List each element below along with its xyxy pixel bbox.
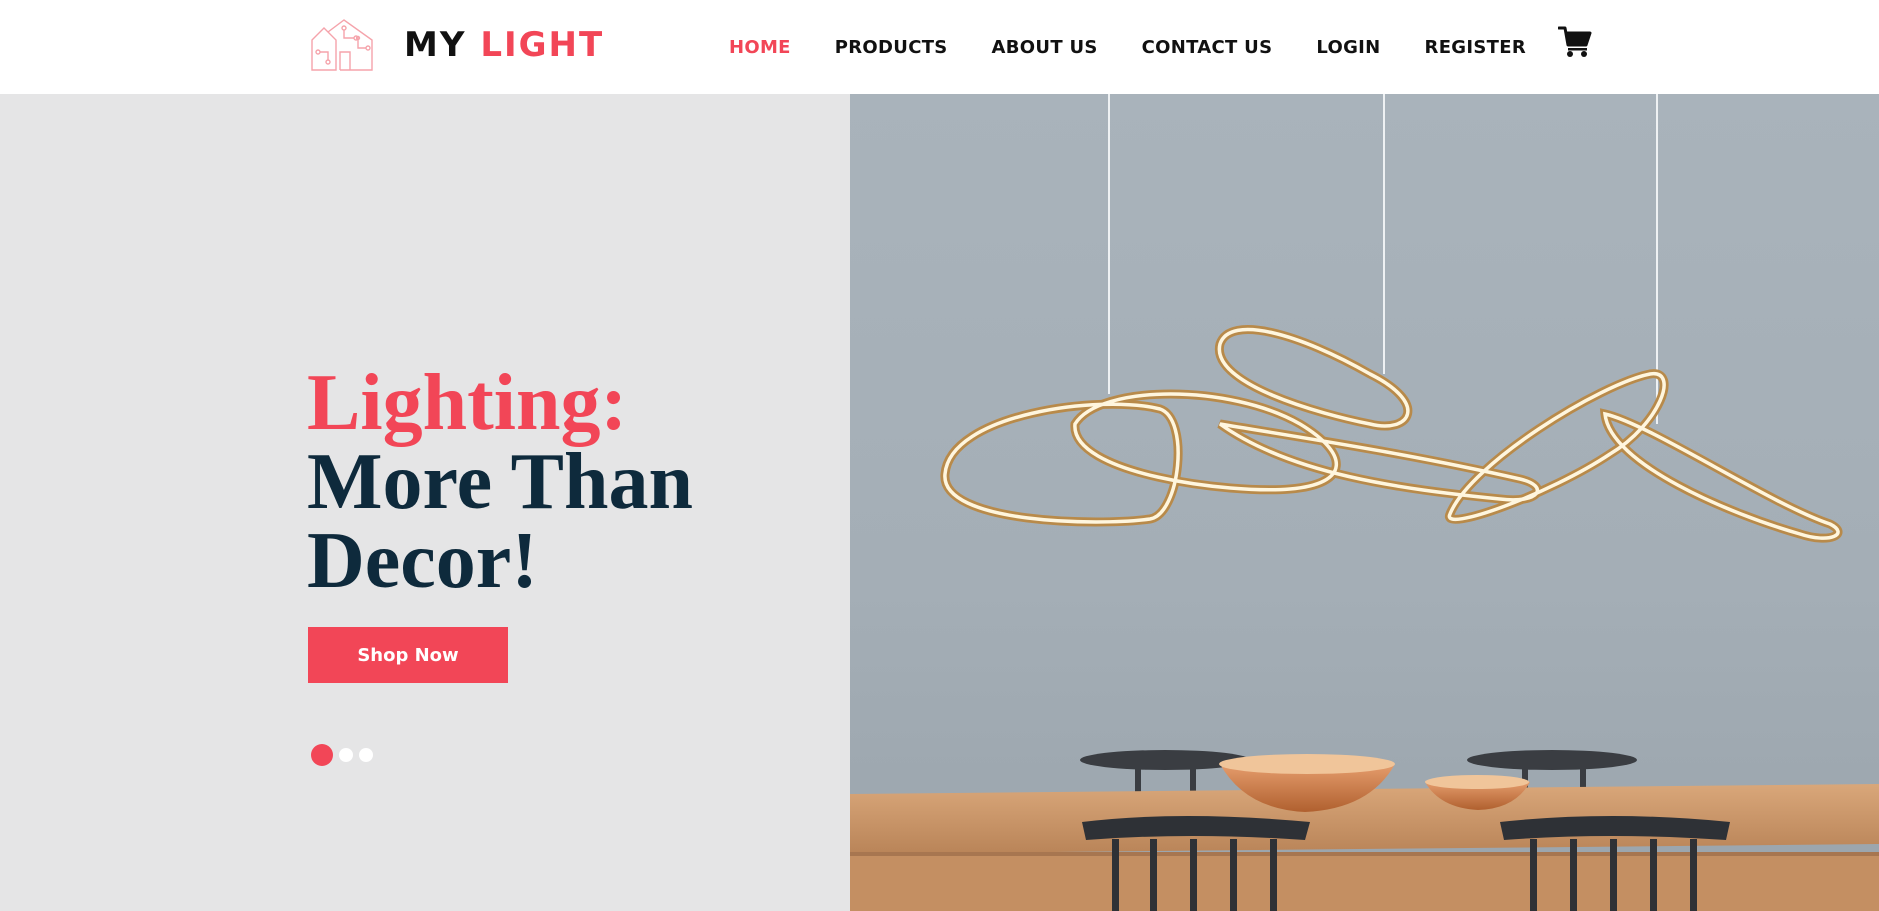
nav-login[interactable]: LOGIN	[1294, 37, 1402, 58]
logo-text-my: MY	[404, 25, 467, 65]
hero-title-accent: Lighting:	[307, 359, 628, 447]
site-logo[interactable]: MY LIGHT	[310, 18, 604, 72]
pendant-lamp-photo	[850, 94, 1879, 911]
slider-dot-1[interactable]	[311, 744, 333, 766]
shopping-cart-icon[interactable]	[1558, 24, 1592, 58]
nav-about-us[interactable]: ABOUT US	[970, 37, 1120, 58]
house-circuit-logo-icon	[311, 19, 373, 71]
hero-title-line3: Decor!	[307, 517, 538, 605]
site-header: MY LIGHT HOME PRODUCTS ABOUT US CONTACT …	[0, 0, 1879, 94]
slider-dot-2[interactable]	[339, 748, 353, 762]
nav-home[interactable]: HOME	[707, 37, 813, 58]
slider-dots	[311, 744, 373, 766]
hero-title-line2: More Than	[307, 438, 693, 526]
nav-register[interactable]: REGISTER	[1403, 37, 1548, 58]
nav-products[interactable]: PRODUCTS	[813, 37, 970, 58]
main-nav: HOME PRODUCTS ABOUT US CONTACT US LOGIN …	[707, 0, 1548, 94]
slider-dot-3[interactable]	[359, 748, 373, 762]
hero-title: Lighting: More Than Decor!	[307, 359, 693, 605]
logo-text-light: LIGHT	[480, 25, 605, 65]
shop-now-button[interactable]: Shop Now	[308, 627, 508, 683]
hero-image	[850, 94, 1879, 911]
logo-wordmark: MY LIGHT	[404, 25, 604, 65]
nav-contact-us[interactable]: CONTACT US	[1120, 37, 1295, 58]
